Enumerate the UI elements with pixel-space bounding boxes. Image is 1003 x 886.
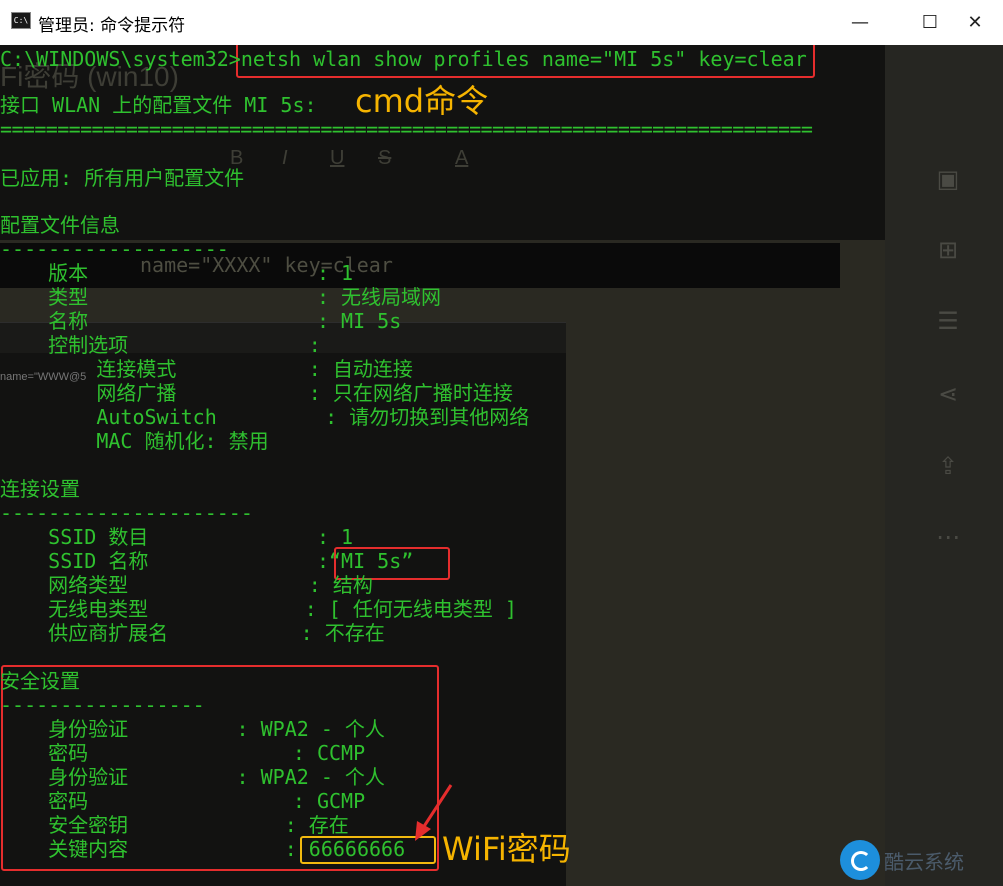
site-logo-icon — [840, 840, 880, 880]
security-settings-dash: ----------------- — [0, 693, 205, 717]
separator-line: ========================================… — [0, 117, 813, 141]
sec-row-key-content: 关键内容 : 66666666 — [0, 837, 406, 861]
sec-row-auth-1: 身份验证 : WPA2 - 个人 — [0, 717, 385, 741]
security-settings-title: 安全设置 — [0, 669, 80, 693]
cmd-app-icon: C:\ — [11, 12, 31, 29]
maximize-button[interactable]: ☐ — [907, 0, 953, 45]
upload-icon: ⇪ — [937, 452, 959, 480]
background-underline-icon: U — [330, 147, 345, 169]
command-line: C:\WINDOWS\system32>netsh wlan show prof… — [0, 47, 807, 71]
annotation-arrow-icon — [415, 784, 453, 841]
window-title: 管理员: 命令提示符 — [38, 16, 186, 36]
profile-row-name: 名称 : MI 5s — [0, 309, 402, 333]
background-italic-icon: I — [282, 147, 288, 169]
sec-row-auth-2: 身份验证 : WPA2 - 个人 — [0, 765, 385, 789]
profile-row-type: 类型 : 无线局域网 — [0, 285, 442, 309]
conn-row-network-type: 网络类型 : 结构 — [0, 573, 373, 597]
conn-row-radio-type: 无线电类型 : [ 任何无线电类型 ] — [0, 597, 517, 621]
applied-line: 已应用: 所有用户配置文件 — [0, 166, 245, 190]
sec-row-cipher-2: 密码 : GCMP — [0, 789, 366, 813]
share-icon: ⋖ — [937, 380, 959, 408]
conn-row-vendor-ext: 供应商扩展名 : 不存在 — [0, 621, 385, 645]
minimize-button[interactable]: — — [837, 0, 883, 45]
cmd-annotation-label: cmd命令 — [355, 82, 489, 120]
profile-info-title: 配置文件信息 — [0, 213, 120, 237]
profile-row-version: 版本 : 1 — [0, 261, 354, 285]
profile-row-autoswitch: AutoSwitch : 请勿切换到其他网络 — [0, 405, 530, 429]
more-icon: ⋯ — [936, 523, 960, 551]
output-header: 接口 WLAN 上的配置文件 MI 5s: — [0, 93, 317, 117]
profile-row-connmode: 连接模式 : 自动连接 — [0, 357, 413, 381]
connection-settings-title: 连接设置 — [0, 477, 80, 501]
add-box-icon: ⊞ — [937, 236, 959, 264]
close-button[interactable]: ✕ — [952, 0, 998, 45]
conn-row-ssid-name: SSID 名称 :“MI 5s” — [0, 549, 414, 573]
sec-row-cipher-1: 密码 : CCMP — [0, 741, 366, 765]
profile-row-broadcast: 网络广播 : 只在网络广播时连接 — [0, 381, 513, 405]
background-fontcolor-icon: A — [455, 147, 469, 169]
sec-row-security-key: 安全密钥 : 存在 — [0, 813, 349, 837]
connection-settings-dash: --------------------- — [0, 501, 253, 525]
title-bar: C:\ 管理员: 命令提示符 — ☐ ✕ — [0, 0, 1003, 45]
profile-row-control: 控制选项 : — [0, 333, 321, 357]
conn-row-ssid-count: SSID 数目 : 1 — [0, 525, 354, 549]
note-icon: ▣ — [936, 165, 960, 193]
background-strike-icon: S — [378, 147, 392, 169]
site-logo-text: 酷云系统 — [884, 850, 964, 874]
document-icon: ☰ — [937, 307, 959, 335]
profile-row-mac: MAC 随机化: 禁用 — [0, 429, 269, 453]
terminal-body[interactable]: Fi密码 (win10) name="XXXX" key=clear B I U… — [0, 45, 1003, 886]
profile-info-dash: ------------------- — [0, 237, 229, 261]
